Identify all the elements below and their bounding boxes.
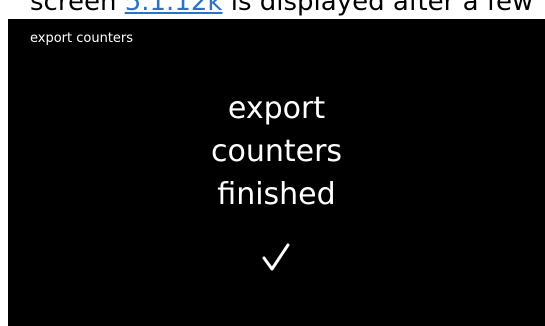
caption-suffix: is displayed after a few: [222, 0, 534, 17]
caption-prefix: screen: [30, 0, 125, 17]
device-screen: export counters export counters finished: [8, 19, 545, 326]
document-caption: screen 5.1.12k is displayed after a few: [0, 0, 545, 19]
screen-title: export counters: [30, 31, 134, 46]
message-line-3: finished: [217, 177, 336, 212]
checkmark-icon: [262, 243, 290, 271]
caption-link[interactable]: 5.1.12k: [125, 0, 223, 17]
message-line-1: export: [227, 91, 326, 126]
status-message: export counters finished: [8, 87, 545, 216]
message-line-2: counters: [210, 134, 343, 169]
